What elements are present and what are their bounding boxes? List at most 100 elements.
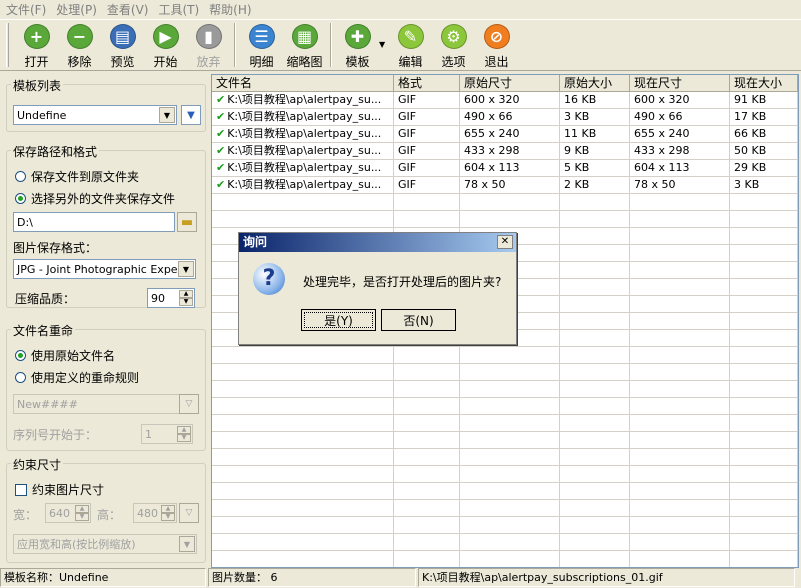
preview-icon: ▤ (109, 24, 136, 49)
pattern-dropdown-button[interactable]: ▽ (179, 394, 199, 414)
stop-icon: ▮ (195, 24, 222, 49)
table-row[interactable]: ✔ K:\项目教程\ap\alertpay_su... GIF 604 x 113 5 … (212, 160, 798, 177)
cell-current-dimensions: 600 x 320 (630, 92, 730, 108)
detail-button[interactable]: ☰ 明细 (240, 20, 283, 70)
spin-arrows-icon[interactable]: ▲ ▼ (75, 505, 89, 521)
open-button[interactable]: + 打开 (15, 20, 58, 70)
template-button[interactable]: ✚ 模板 (336, 20, 379, 70)
toolbar: + 打开 − 移除 ▤ 预览 ▶ 开始 ▮ 放弃 ☰ 明细 ▦ 缩略图 ✚ 模板… (0, 19, 801, 71)
status-template: 模板名称：Undefine (0, 568, 206, 587)
empty-row (212, 466, 798, 483)
chevron-down-icon[interactable]: ▼ (178, 261, 194, 277)
spin-arrows-icon[interactable]: ▲ ▼ (177, 426, 191, 442)
empty-row (212, 500, 798, 517)
spin-arrows-icon[interactable]: ▲ ▼ (161, 505, 175, 521)
empty-row (212, 551, 798, 567)
spin-arrows-icon[interactable]: ▲ ▼ (179, 290, 193, 306)
close-icon[interactable]: ✕ (497, 235, 513, 249)
chevron-down-icon: ▽ (185, 399, 193, 409)
rename-original-radio[interactable]: 使用原始文件名 (15, 347, 115, 364)
save-original-radio[interactable]: 保存文件到原文件夹 (15, 168, 139, 185)
quality-stepper[interactable]: 90 ▲ ▼ (147, 288, 195, 308)
cell-original-dimensions: 655 x 240 (460, 126, 560, 142)
column-header-original-size[interactable]: 原始大小 (560, 75, 630, 91)
menu-process[interactable]: 处理(P) (54, 1, 105, 18)
height-label: 高： (97, 508, 122, 522)
yes-button[interactable]: 是(Y) (301, 309, 376, 331)
chevron-down-icon[interactable]: ▼ (159, 107, 175, 123)
options-button[interactable]: ⚙ 选项 (432, 20, 475, 70)
table-row[interactable]: ✔ K:\项目教程\ap\alertpay_su... GIF 490 x 66 3 K… (212, 109, 798, 126)
toolbar-grip[interactable] (6, 23, 9, 67)
save-path-input[interactable]: D:\ (13, 212, 175, 232)
template-list-group: 模板列表 Undefine ▼ ▼ (6, 77, 206, 132)
checkmark-icon: ✔ (216, 178, 226, 191)
size-dropdown-button[interactable]: ▽ (179, 503, 199, 523)
exit-icon: ⊘ (483, 24, 510, 49)
edit-button[interactable]: ✎ 编辑 (389, 20, 432, 70)
exit-button[interactable]: ⊘ 退出 (475, 20, 518, 70)
cell-format: GIF (394, 177, 460, 193)
start-button[interactable]: ▶ 开始 (144, 20, 187, 70)
rename-custom-radio[interactable]: 使用定义的重命规则 (15, 369, 139, 386)
remove-button[interactable]: − 移除 (58, 20, 101, 70)
empty-row (212, 398, 798, 415)
empty-row (212, 517, 798, 534)
cell-original-size: 2 KB (560, 177, 630, 193)
abandon-button[interactable]: ▮ 放弃 (187, 20, 230, 70)
cell-format: GIF (394, 109, 460, 125)
column-header-format[interactable]: 格式 (394, 75, 460, 91)
format-select[interactable]: JPG - Joint Photographic Experts Group ▼ (13, 259, 196, 279)
column-header-filename[interactable]: 文件名 (212, 75, 394, 91)
table-row[interactable]: ✔ K:\项目教程\ap\alertpay_su... GIF 433 x 298 9 … (212, 143, 798, 160)
rename-pattern-input[interactable]: New#### (13, 394, 181, 414)
puzzle-icon: ✚ (344, 24, 371, 49)
empty-row (212, 483, 798, 500)
column-header-original-dimensions[interactable]: 原始尺寸 (460, 75, 560, 91)
cell-current-size: 50 KB (730, 143, 798, 159)
checkmark-icon: ✔ (216, 127, 226, 140)
template-dropdown-arrow-icon[interactable]: ▼ (379, 40, 389, 49)
menu-view[interactable]: 查看(V) (105, 1, 157, 18)
table-row[interactable]: ✔ K:\项目教程\ap\alertpay_su... GIF 600 x 320 16… (212, 92, 798, 109)
table-row[interactable]: ✔ K:\项目教程\ap\alertpay_su... GIF 78 x 50 2 KB… (212, 177, 798, 194)
browse-folder-button[interactable]: ▬ (177, 212, 197, 232)
save-other-radio[interactable]: 选择另外的文件夹保存文件 (15, 190, 175, 207)
table-row[interactable]: ✔ K:\项目教程\ap\alertpay_su... GIF 655 x 240 11… (212, 126, 798, 143)
rename-group: 文件名重命 使用原始文件名 使用定义的重命规则 New#### ▽ 序列号开始于… (6, 322, 206, 451)
scale-mode-select[interactable]: 应用宽和高(按比例缩放) ▼ (13, 534, 197, 554)
thumbnail-button[interactable]: ▦ 缩略图 (283, 20, 326, 70)
width-stepper[interactable]: 640 ▲ ▼ (45, 503, 91, 523)
serial-stepper[interactable]: 1 ▲ ▼ (141, 424, 193, 444)
cell-original-size: 5 KB (560, 160, 630, 176)
empty-row (212, 194, 798, 211)
cell-format: GIF (394, 143, 460, 159)
menu-help[interactable]: 帮助(H) (207, 1, 259, 18)
empty-row (212, 534, 798, 551)
template-select[interactable]: Undefine ▼ (13, 105, 177, 125)
menu-file[interactable]: 文件(F) (4, 1, 54, 18)
dialog-title: 询问 (243, 235, 268, 249)
menu-tools[interactable]: 工具(T) (156, 1, 207, 18)
checkmark-icon: ✔ (216, 93, 226, 106)
cell-filename: ✔ K:\项目教程\ap\alertpay_su... (212, 177, 394, 193)
cell-original-dimensions: 78 x 50 (460, 177, 560, 193)
status-bar: 模板名称：Undefine 图片数量： 6 K:\项目教程\ap\alertpa… (0, 568, 801, 588)
question-icon: ? (253, 263, 285, 295)
preview-button[interactable]: ▤ 预览 (101, 20, 144, 70)
group-title: 模板列表 (11, 77, 64, 94)
wrench-icon: ⚙ (440, 24, 467, 49)
chevron-down-icon[interactable]: ▼ (179, 536, 195, 552)
empty-row (212, 211, 798, 228)
constrain-checkbox[interactable]: 约束图片尺寸 (15, 481, 104, 498)
status-file: K:\项目教程\ap\alertpay_subscriptions_01.gif (418, 568, 795, 587)
cell-original-dimensions: 604 x 113 (460, 160, 560, 176)
no-button[interactable]: 否(N) (381, 309, 456, 331)
cell-original-size: 3 KB (560, 109, 630, 125)
cell-original-dimensions: 600 x 320 (460, 92, 560, 108)
column-header-current-size[interactable]: 现在大小 (730, 75, 798, 91)
template-menu-button[interactable]: ▼ (181, 105, 201, 125)
width-label: 宽： (13, 508, 38, 522)
column-header-current-dimensions[interactable]: 现在尺寸 (630, 75, 730, 91)
height-stepper[interactable]: 480 ▲ ▼ (133, 503, 177, 523)
